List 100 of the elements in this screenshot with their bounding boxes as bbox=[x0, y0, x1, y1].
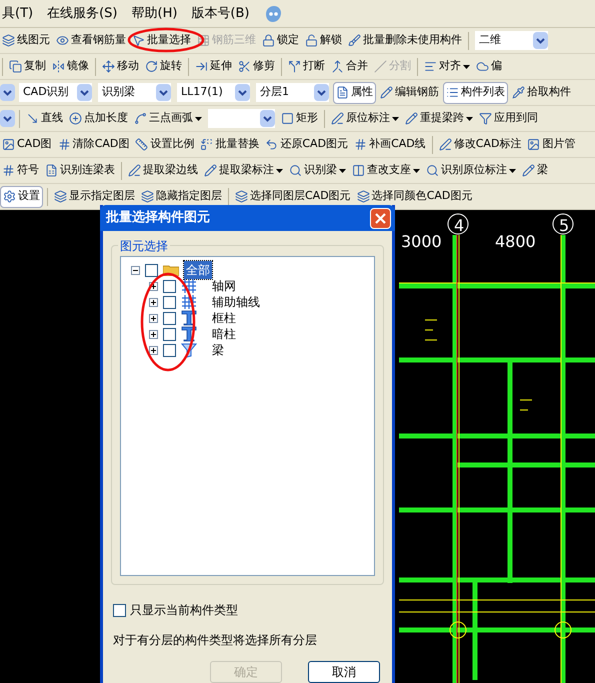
toolbar-button[interactable]: 识别梁 bbox=[287, 160, 348, 182]
toolbar-button[interactable]: 修改CAD标注 bbox=[436, 134, 524, 156]
expand-toggle[interactable] bbox=[149, 346, 158, 354]
checkbox[interactable] bbox=[163, 312, 176, 324]
checkbox-label[interactable]: 只显示当前构件类型 bbox=[130, 601, 238, 619]
unlock-icon bbox=[305, 34, 318, 47]
toolbar-button[interactable]: 提取梁边线 bbox=[126, 160, 200, 182]
toolbar-button[interactable]: 批量删除未使用构件 bbox=[346, 30, 464, 52]
toolbar-button[interactable]: 旋转 bbox=[143, 56, 184, 78]
menu-item[interactable]: 帮助(H) bbox=[132, 4, 178, 24]
menu-item[interactable]: 版本号(B) bbox=[191, 4, 250, 24]
dropdown-field[interactable]: 分层1 bbox=[256, 83, 329, 102]
toolbar-button[interactable]: 符号 bbox=[0, 160, 41, 182]
tree-item[interactable]: 辅助轴线 bbox=[210, 293, 262, 311]
toolbar-button[interactable]: 图片管 bbox=[525, 134, 578, 156]
toolbar-button[interactable]: 还原CAD图元 bbox=[263, 134, 350, 156]
toolbar-button[interactable]: 补画CAD线 bbox=[352, 134, 428, 156]
expand-toggle[interactable] bbox=[149, 314, 158, 322]
rotate-icon bbox=[145, 60, 158, 73]
expand-toggle[interactable] bbox=[149, 330, 158, 338]
brush-icon bbox=[348, 34, 361, 47]
layer-icon bbox=[235, 190, 248, 203]
note-text: 对于有分层的构件类型将选择所有分层 bbox=[113, 632, 318, 649]
menu-item[interactable]: 在线服务(S) bbox=[47, 4, 118, 24]
toolbar-button[interactable]: 识别连梁表 bbox=[43, 160, 117, 182]
dimension-label: 4800 bbox=[495, 231, 536, 253]
tree-item[interactable]: 轴网 bbox=[210, 277, 238, 295]
toolbar-button[interactable]: 线图元 bbox=[0, 30, 52, 52]
tree-item[interactable]: 框柱 bbox=[210, 309, 238, 327]
toolbar-button[interactable]: 对齐 bbox=[422, 56, 472, 78]
dropdown-field[interactable]: 二维 bbox=[475, 31, 548, 50]
toolbar-button[interactable]: 查看钢筋量 bbox=[54, 30, 128, 52]
collapse-toggle[interactable] bbox=[131, 266, 140, 274]
window-title: 批量选择构件图元 bbox=[106, 209, 210, 228]
checkbox[interactable] bbox=[163, 296, 176, 308]
toolbar-button[interactable]: 隐藏指定图层 bbox=[139, 186, 224, 208]
toolbar-button[interactable]: 批量选择 bbox=[130, 30, 193, 52]
toolbar-button[interactable]: 镜像 bbox=[50, 56, 91, 78]
toolbar-button[interactable]: 显示指定图层 bbox=[52, 186, 137, 208]
tree-item[interactable]: 梁 bbox=[210, 341, 226, 359]
toolbar-button[interactable]: 修剪 bbox=[236, 56, 277, 78]
toolbar-button[interactable]: 设置比例 bbox=[133, 134, 196, 156]
toolbar-button[interactable]: 选择同图层CAD图元 bbox=[233, 186, 353, 208]
toolbar-button[interactable]: 选择同颜色CAD图元 bbox=[354, 186, 474, 208]
pointer-icon bbox=[132, 34, 145, 47]
toolbar-button[interactable]: 梁 bbox=[520, 160, 550, 182]
toolbar-button[interactable]: 矩形 bbox=[279, 108, 320, 130]
toolbar-button[interactable]: 合并 bbox=[329, 56, 370, 78]
toolbar-button[interactable]: 打断 bbox=[286, 56, 327, 78]
toolbar-button[interactable]: 解锁 bbox=[303, 30, 344, 52]
expand-toggle[interactable] bbox=[149, 298, 158, 306]
checkbox[interactable] bbox=[145, 264, 158, 276]
checkbox[interactable] bbox=[163, 328, 176, 340]
pipette-icon bbox=[512, 86, 525, 99]
dialog-button[interactable]: 取消 bbox=[308, 661, 380, 683]
arc-icon bbox=[134, 112, 147, 125]
toolbar-button[interactable]: 提取梁标注 bbox=[202, 160, 285, 182]
toolbar-button[interactable]: 查改支座 bbox=[350, 160, 422, 182]
dropdown-arrow-icon bbox=[156, 84, 171, 101]
axis-label: 5 bbox=[559, 215, 570, 237]
checkbox[interactable] bbox=[163, 280, 176, 292]
toolbar-button[interactable]: 清除CAD图 bbox=[56, 134, 132, 156]
toolbar-button[interactable]: 直线 bbox=[24, 108, 65, 130]
close-button[interactable] bbox=[370, 208, 391, 228]
toolbar-button[interactable]: 重提梁跨 bbox=[403, 108, 475, 130]
caret-icon bbox=[509, 168, 516, 172]
dimension-label: 3000 bbox=[401, 231, 442, 253]
dropdown-field[interactable]: LL17(1) bbox=[177, 83, 250, 102]
toolbar-button[interactable]: 延伸 bbox=[193, 56, 234, 78]
toolbar-button[interactable]: 构件列表 bbox=[443, 82, 508, 104]
toolbar-button[interactable]: 批量替换 bbox=[198, 134, 262, 156]
funnel-icon bbox=[479, 112, 492, 125]
toolbar-button[interactable]: 移动 bbox=[100, 56, 141, 78]
dropdown-field[interactable] bbox=[208, 109, 275, 128]
toolbar-button[interactable]: 识别原位标注 bbox=[424, 160, 518, 182]
toolbar-button[interactable]: 属性 bbox=[333, 82, 376, 104]
beam-icon bbox=[181, 342, 197, 358]
toolbar-button[interactable]: 偏 bbox=[474, 56, 504, 78]
toolbar-button[interactable]: 锁定 bbox=[260, 30, 301, 52]
toolbar-button[interactable]: 复制 bbox=[7, 56, 48, 78]
checkbox[interactable] bbox=[163, 344, 176, 356]
tree-item[interactable]: 暗柱 bbox=[210, 325, 238, 343]
dropdown-field[interactable]: CAD识别 bbox=[19, 83, 92, 102]
dropdown-arrow-icon bbox=[314, 84, 329, 101]
grid-icon bbox=[197, 34, 210, 47]
plus-circle-icon bbox=[69, 112, 82, 125]
toolbar-button[interactable]: 应用到同 bbox=[477, 108, 540, 130]
toolbar-button[interactable]: 编辑钢筋 bbox=[378, 82, 441, 104]
checkbox[interactable] bbox=[113, 604, 126, 616]
toolbar-button[interactable]: CAD图 bbox=[0, 134, 54, 156]
toolbar-button[interactable]: 拾取构件 bbox=[510, 82, 573, 104]
toolbar-button[interactable]: 点加长度 bbox=[67, 108, 130, 130]
image-icon bbox=[527, 138, 540, 151]
menu-item[interactable]: 具(T) bbox=[2, 4, 34, 24]
toolbar-button[interactable]: 三点画弧 bbox=[132, 108, 204, 130]
toolbar-button[interactable]: 原位标注 bbox=[329, 108, 401, 130]
toolbar-button[interactable]: 设置 bbox=[0, 186, 43, 208]
dropdown-field[interactable]: 识别梁 bbox=[98, 83, 171, 102]
caret-icon bbox=[392, 116, 399, 120]
tree-item[interactable]: 全部 bbox=[184, 261, 212, 279]
